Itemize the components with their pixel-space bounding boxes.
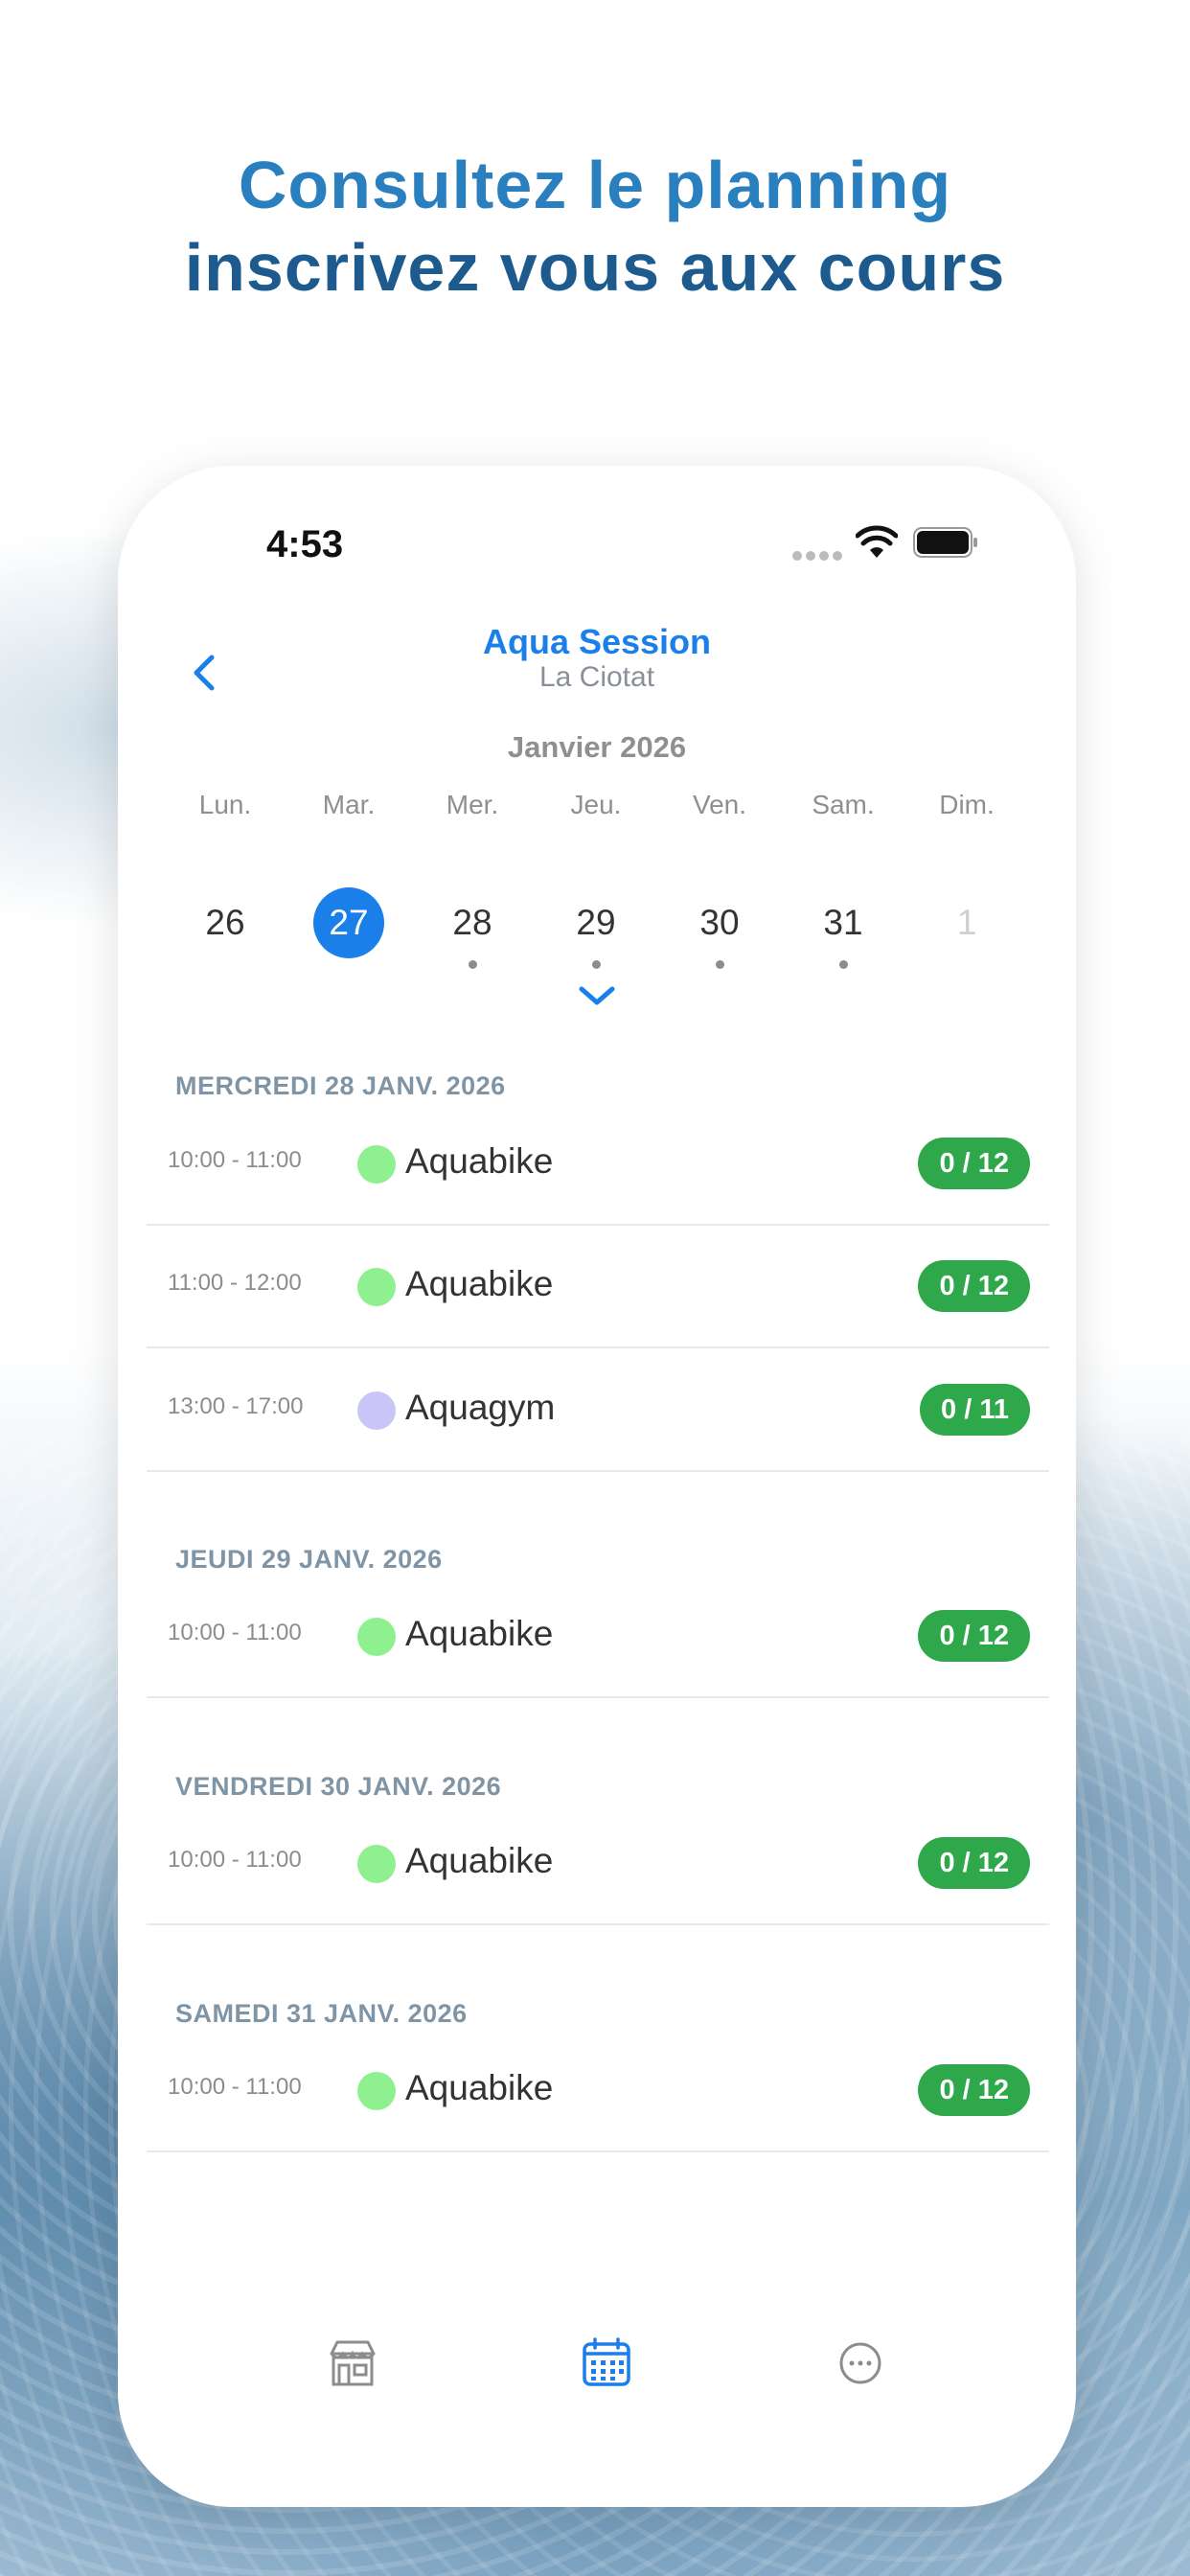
nav-subtitle: La Ciotat [538,661,655,693]
capacity-badge: 0 / 12 [918,1837,1030,1889]
weekday-label: Lun. [198,790,252,819]
month-label: Janvier 2026 [507,730,687,764]
day-30[interactable]: 30 [684,887,755,958]
day-31[interactable]: 31 [808,887,879,958]
section-header: JEUDI 29 JANV. 2026 [175,1545,443,1574]
headline-line-1: Consultez le planning [238,148,952,222]
chevron-down-icon[interactable] [576,981,618,1010]
section-header: VENDREDI 30 JANV. 2026 [175,1772,502,1801]
class-name: Aquabike [405,1141,554,1181]
weekday-label: Jeu. [570,790,622,819]
class-time: 10:00 - 11:00 [168,1147,302,1173]
wifi-icon [856,525,898,558]
status-time: 4:53 [266,523,344,565]
day-28[interactable]: 28 [437,887,508,958]
class-color-dot [357,2072,396,2110]
weekday-label: Ven. [692,790,747,819]
event-dot [592,960,601,969]
weekday-label: Mar. [322,790,376,819]
class-name: Aquabike [405,1614,554,1653]
class-color-dot [357,1268,396,1306]
nav-title: Aqua Session [482,622,712,661]
calendar-icon[interactable] [578,2334,635,2392]
class-row[interactable]: 10:00 - 11:00 Aquabike 0 / 12 [147,1103,1049,1226]
section-header: SAMEDI 31 JANV. 2026 [175,1999,468,2028]
weekday-header: Lun. Mar. Mer. Jeu. Ven. Sam. Dim. [118,790,1076,828]
capacity-badge: 0 / 12 [918,1260,1030,1312]
headline-line-2: inscrivez vous aux cours [184,230,1006,305]
class-name: Aquagym [405,1388,556,1427]
weekday-label: Dim. [939,790,995,819]
class-name: Aquabike [405,1264,554,1303]
class-time: 11:00 - 12:00 [168,1270,302,1296]
day-27-selected[interactable]: 27 [313,887,384,958]
class-name: Aquabike [405,2068,554,2107]
class-time: 10:00 - 11:00 [168,1847,302,1873]
capacity-badge: 0 / 12 [918,2064,1030,2116]
class-row[interactable]: 10:00 - 11:00 Aquabike 0 / 12 [147,1803,1049,1925]
class-row[interactable]: 13:00 - 17:00 Aquagym 0 / 11 [147,1349,1049,1472]
class-color-dot [357,1145,396,1184]
event-dot [716,960,724,969]
headline: Consultez le planning inscrivez vous aux… [0,144,1190,309]
signal-icon [792,548,846,561]
class-time: 10:00 - 11:00 [168,1620,302,1645]
event-dot [469,960,477,969]
class-color-dot [357,1845,396,1883]
capacity-badge: 0 / 11 [920,1384,1030,1436]
class-name: Aquabike [405,1841,554,1880]
class-row[interactable]: 11:00 - 12:00 Aquabike 0 / 12 [147,1226,1049,1348]
class-time: 13:00 - 17:00 [168,1393,304,1419]
weekday-label: Mer. [446,790,499,819]
week-days-row: 26 27 28 29 30 31 1 [118,887,1076,974]
class-time: 10:00 - 11:00 [168,2074,302,2100]
day-1[interactable]: 1 [931,887,1002,958]
day-26[interactable]: 26 [190,887,261,958]
section-header: MERCREDI 28 JANV. 2026 [175,1071,506,1100]
battery-icon [913,527,977,558]
weekday-label: Sam. [812,790,875,819]
capacity-badge: 0 / 12 [918,1610,1030,1662]
class-row[interactable]: 10:00 - 11:00 Aquabike 0 / 12 [147,1576,1049,1698]
event-dot [839,960,848,969]
phone-screen: 4:53 Aqua Session La Ciotat Janvier 2026… [118,466,1076,2507]
more-icon[interactable] [832,2334,889,2392]
store-icon[interactable] [324,2334,381,2392]
capacity-badge: 0 / 12 [918,1138,1030,1189]
class-color-dot [357,1618,396,1656]
day-29[interactable]: 29 [561,887,631,958]
class-row[interactable]: 10:00 - 11:00 Aquabike 0 / 12 [147,2030,1049,2152]
class-color-dot [357,1392,396,1430]
